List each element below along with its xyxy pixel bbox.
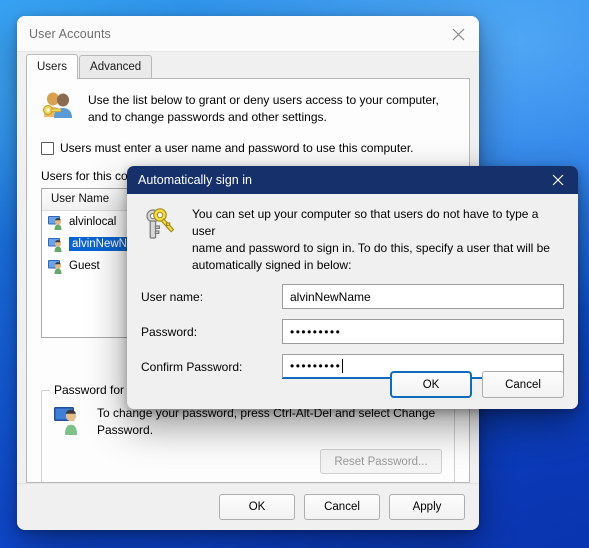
cancel-button[interactable]: Cancel (304, 494, 380, 520)
reset-password-button[interactable]: Reset Password... (320, 449, 442, 474)
dialog-titlebar[interactable]: Automatically sign in (127, 166, 578, 194)
dialog-description: You can set up your computer so that use… (192, 206, 564, 274)
keys-icon (146, 208, 175, 239)
window-titlebar[interactable]: User Accounts (17, 16, 479, 52)
user-name-value: alvinNewName (290, 289, 371, 304)
password-group-text: To change your password, press Ctrl-Alt-… (97, 405, 435, 439)
user-account-icon (48, 237, 62, 252)
user-name-label: User name: (141, 289, 204, 304)
dialog-buttons: OK Cancel (390, 371, 564, 398)
dialog-body: You can set up your computer so that use… (127, 194, 578, 409)
confirm-password-value: ••••••••• (290, 359, 342, 373)
user-name-cell: Guest (69, 260, 100, 272)
user-name-cell: alvinlocal (69, 216, 117, 228)
user-account-icon (48, 259, 62, 274)
user-password-icon (54, 407, 77, 435)
user-account-icon (48, 215, 62, 230)
user-name-field-row: User name: alvinNewName (141, 284, 564, 309)
password-line-2: Password. (97, 423, 154, 437)
dialog-cancel-button[interactable]: Cancel (482, 371, 564, 398)
intro-line-1: Use the list below to grant or deny user… (88, 93, 439, 107)
require-login-checkbox[interactable] (41, 142, 54, 155)
password-field-row: Password: ••••••••• (141, 319, 564, 344)
require-login-label: Users must enter a user name and passwor… (60, 141, 414, 155)
require-login-checkbox-row[interactable]: Users must enter a user name and passwor… (41, 141, 469, 155)
intro-line-2: and to change passwords and other settin… (88, 110, 327, 124)
intro-section: Use the list below to grant or deny user… (27, 79, 469, 126)
dialog-line-2: name and password to sign in. To do this… (192, 241, 550, 255)
page-title: User Accounts (29, 26, 111, 41)
user-name-input[interactable]: alvinNewName (282, 284, 564, 309)
password-value: ••••••••• (290, 324, 342, 339)
window-footer: OK Cancel Apply (17, 483, 479, 530)
close-icon[interactable] (437, 16, 479, 52)
dialog-intro: You can set up your computer so that use… (141, 206, 564, 274)
dialog-title: Automatically sign in (138, 173, 252, 187)
intro-text: Use the list below to grant or deny user… (88, 92, 439, 126)
tab-users[interactable]: Users (26, 54, 79, 79)
close-icon[interactable] (538, 166, 578, 194)
password-input[interactable]: ••••••••• (282, 319, 564, 344)
automatically-sign-in-dialog: Automatically sign in You can set up you… (127, 166, 578, 409)
tab-advanced[interactable]: Advanced (79, 55, 153, 78)
users-key-icon (43, 92, 72, 118)
confirm-password-label: Confirm Password: (141, 359, 243, 374)
text-caret (342, 359, 344, 373)
dialog-ok-button[interactable]: OK (390, 371, 472, 398)
ok-button[interactable]: OK (219, 494, 295, 520)
dialog-line-3: automatically signed in below: (192, 258, 352, 272)
tab-bar: Users Advanced (17, 52, 479, 79)
dialog-line-1: You can set up your computer so that use… (192, 207, 539, 238)
password-group-buttons: Reset Password... (42, 439, 454, 474)
password-label: Password: (141, 324, 198, 339)
apply-button[interactable]: Apply (389, 494, 465, 520)
